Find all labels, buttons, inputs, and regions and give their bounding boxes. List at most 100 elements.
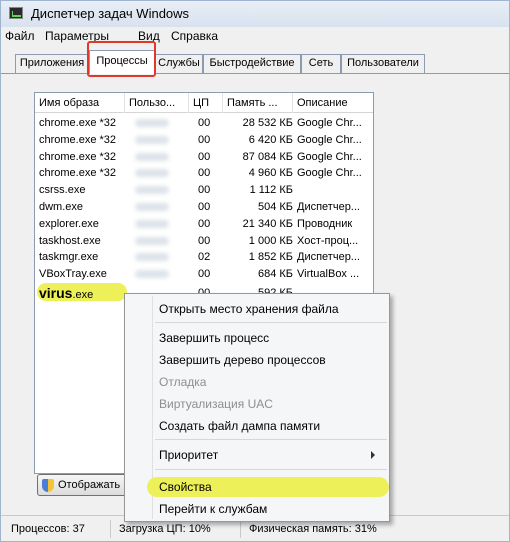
menu-item-create-dump[interactable]: Создать файл дампа памяти (159, 417, 320, 435)
virus-ext: .exe (72, 288, 94, 301)
process-list-header: Имя образа Пользо... ЦП Память ... Описа… (35, 93, 373, 113)
virus-name: virus (39, 284, 73, 301)
menu-item-end-process[interactable]: Завершить процесс (159, 329, 269, 347)
table-row[interactable]: dwm.exe 00 504 КБ Диспетчер... (35, 199, 373, 216)
menu-item-go-to-services[interactable]: Перейти к службам (159, 500, 267, 518)
menu-item-end-process-tree[interactable]: Завершить дерево процессов (159, 351, 326, 369)
process-description: Хост-проц... (297, 234, 359, 247)
column-description[interactable]: Описание (293, 93, 373, 113)
tab-network[interactable]: Сеть (301, 54, 341, 73)
process-cpu: 00 (198, 184, 211, 197)
menu-bar: Файл Параметры Вид Справка (1, 27, 509, 45)
menu-help[interactable]: Справка (171, 29, 218, 43)
table-row[interactable]: taskmgr.exe 02 1 852 КБ Диспетчер... (35, 249, 373, 266)
process-cpu: 00 (198, 117, 211, 129)
menu-separator (155, 439, 387, 440)
uac-shield-icon (42, 479, 54, 492)
column-image-name[interactable]: Имя образа (35, 93, 125, 113)
table-row[interactable]: chrome.exe *32 00 87 084 КБ Google Chr..… (35, 149, 373, 166)
task-manager-icon (9, 7, 23, 19)
process-name: chrome.exe *32 (39, 167, 117, 180)
menu-separator (155, 469, 387, 470)
process-description: Google Chr... (297, 167, 362, 180)
user-name-blurred (127, 266, 189, 283)
process-memory: 1 000 КБ (248, 234, 293, 247)
process-memory: 87 084 КБ (242, 150, 293, 163)
tab-performance[interactable]: Быстродействие (203, 54, 301, 73)
status-cpu: Загрузка ЦП: 10% (113, 520, 241, 538)
table-row[interactable]: csrss.exe 00 1 112 КБ (35, 182, 373, 199)
menu-file[interactable]: Файл (5, 29, 35, 43)
process-description: Google Chr... (297, 133, 362, 146)
process-memory: 504 КБ (257, 200, 293, 213)
process-cpu: 00 (198, 133, 211, 146)
process-cpu: 02 (198, 251, 211, 264)
menu-item-priority[interactable]: Приоритет (159, 446, 385, 464)
tab-applications[interactable]: Приложения (15, 54, 89, 73)
process-memory: 4 960 КБ (248, 167, 293, 180)
show-button-label: Отображать (58, 479, 121, 491)
submenu-arrow-icon (371, 451, 375, 459)
window-title: Диспетчер задач Windows (31, 6, 190, 21)
user-name-blurred (127, 233, 189, 250)
process-description: VirtualBox ... (297, 268, 360, 281)
tab-processes-highlight (87, 41, 156, 77)
menu-item-open-location[interactable]: Открыть место хранения файла (159, 300, 339, 318)
process-name: taskmgr.exe (39, 251, 99, 264)
title-bar: Диспетчер задач Windows (1, 1, 509, 27)
process-rows: chrome.exe *32 00 28 532 КБ Google Chr..… (35, 115, 373, 302)
process-cpu: 00 (198, 150, 211, 163)
user-name-blurred (127, 132, 189, 149)
status-memory: Физическая память: 31% (249, 523, 377, 535)
user-name-blurred (127, 165, 189, 182)
process-memory: 6 420 КБ (248, 133, 293, 146)
table-row[interactable]: explorer.exe 00 21 340 КБ Проводник (35, 216, 373, 233)
process-memory: 684 КБ (257, 268, 293, 281)
menu-item-properties[interactable]: Свойства (159, 478, 212, 496)
process-memory: 28 532 КБ (242, 117, 293, 129)
process-cpu: 00 (198, 268, 211, 281)
process-name: VBoxTray.exe (39, 268, 107, 281)
table-row[interactable]: chrome.exe *32 00 4 960 КБ Google Chr... (35, 165, 373, 182)
user-name-blurred (127, 199, 189, 216)
tab-strip: Приложения Процессы Службы Быстродействи… (1, 45, 509, 74)
process-description: Диспетчер... (297, 200, 360, 213)
show-all-processes-button[interactable]: Отображать (37, 474, 127, 496)
column-cpu[interactable]: ЦП (189, 93, 223, 113)
table-row[interactable]: chrome.exe *32 00 6 420 КБ Google Chr... (35, 132, 373, 149)
status-processes: Процессов: 37 (5, 520, 111, 538)
process-name: csrss.exe (39, 184, 86, 197)
menu-item-priority-label: Приоритет (159, 448, 219, 462)
table-row[interactable]: VBoxTray.exe 00 684 КБ VirtualBox ... (35, 266, 373, 283)
process-description: Проводник (297, 217, 353, 230)
process-memory: 1 852 КБ (248, 251, 293, 264)
menu-item-debug: Отладка (159, 375, 207, 389)
user-name-blurred (127, 182, 189, 199)
process-name: explorer.exe (39, 217, 99, 230)
menu-separator (155, 322, 387, 323)
process-name: chrome.exe *32 (39, 133, 117, 146)
user-name-blurred (127, 249, 189, 266)
user-name-blurred (127, 149, 189, 166)
process-memory: 21 340 КБ (242, 217, 293, 230)
table-row[interactable]: taskhost.exe 00 1 000 КБ Хост-проц... (35, 233, 373, 250)
process-name: chrome.exe *32 (39, 150, 117, 163)
process-description: Google Chr... (297, 117, 362, 129)
context-menu: Открыть место хранения файла Завершить п… (124, 293, 390, 522)
table-row[interactable]: chrome.exe *32 00 28 532 КБ Google Chr..… (35, 115, 373, 132)
menu-item-uac-virtualization: Виртуализация UAC (159, 397, 273, 411)
process-name: virus.exe (39, 285, 125, 302)
process-name: taskhost.exe (39, 234, 101, 247)
process-name: dwm.exe (39, 200, 84, 213)
user-name-blurred (127, 115, 189, 132)
column-user[interactable]: Пользо... (125, 93, 189, 113)
user-name-blurred (127, 216, 189, 233)
column-memory[interactable]: Память ... (223, 93, 293, 113)
process-memory: 1 112 КБ (249, 184, 293, 197)
tab-users[interactable]: Пользователи (341, 54, 425, 73)
process-cpu: 00 (198, 167, 211, 180)
process-description (297, 182, 373, 199)
process-cpu: 00 (198, 234, 211, 247)
process-description: Google Chr... (297, 150, 362, 163)
tab-services[interactable]: Службы (155, 54, 203, 73)
